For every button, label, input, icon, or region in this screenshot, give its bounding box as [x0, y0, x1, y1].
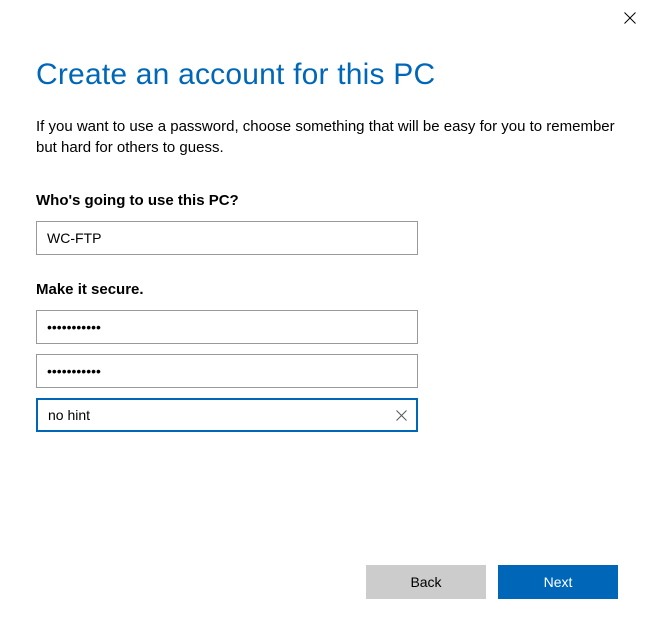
password-section-label: Make it secure. [36, 281, 618, 298]
password-hint-input[interactable] [36, 398, 418, 432]
confirm-password-input[interactable] [36, 354, 418, 388]
password-input[interactable] [36, 310, 418, 344]
back-button[interactable]: Back [366, 565, 486, 599]
close-icon [624, 12, 636, 24]
next-button[interactable]: Next [498, 565, 618, 599]
page-description: If you want to use a password, choose so… [36, 116, 616, 158]
username-input[interactable] [36, 221, 418, 255]
username-label: Who's going to use this PC? [36, 192, 618, 209]
clear-hint-button[interactable] [384, 398, 418, 432]
page-title: Create an account for this PC [36, 58, 618, 92]
clear-icon [396, 410, 407, 421]
close-button[interactable] [620, 8, 640, 28]
